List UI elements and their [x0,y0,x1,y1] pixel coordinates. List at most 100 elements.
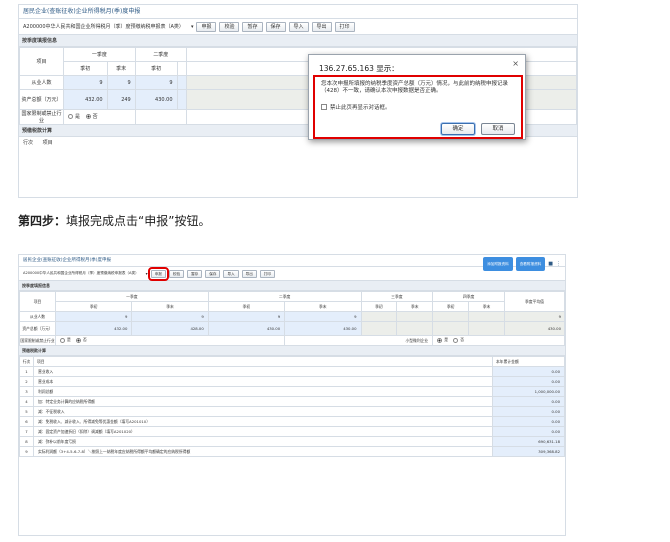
validate-button[interactable]: 校验 [219,21,240,32]
import-button[interactable]: 导入 [223,269,239,278]
small-enterprise-label: 小型微利企业 [284,335,434,346]
ok-button[interactable]: 确定 [441,123,475,135]
amount-cell[interactable]: 0.00 [492,366,565,377]
value-cell[interactable]: 430.00 [207,321,286,336]
table-row: 1 营业收入 0.00 [19,366,565,377]
declare-button[interactable]: 申报 [147,266,169,281]
sub-end: 季末 [131,301,209,312]
close-icon[interactable]: × [512,59,519,68]
radio-no[interactable]: 否 [76,337,87,343]
export-button[interactable]: 导出 [241,269,257,278]
value-cell[interactable]: 249 [106,89,136,110]
print-button[interactable]: 打印 [259,269,275,278]
temp-save-button[interactable]: 暂存 [187,269,203,278]
amount-cell[interactable]: 0.00 [492,406,565,417]
bottom-screenshot: 居民企业(查账征收)企业所得税月(季)度申报 添加附报资料 查看附报资料 ■ ⋮… [18,254,566,536]
form-select[interactable]: A200000中华人民共和国企业所得税月（季）度预缴纳税申报表（A类） [23,271,143,276]
step-label: 第四步： [18,214,67,228]
value-cell[interactable]: 9 [207,311,286,322]
table-row: 6 减：免税收入、减计收入、所得减免等优惠金额（填写A201010） 0.00 [19,416,565,427]
print-icon[interactable]: ■ [548,258,553,270]
row-label: 资产总额（万元） [19,321,56,336]
cancel-button[interactable]: 取消 [481,123,515,135]
radio-no[interactable]: 否 [85,113,98,120]
save-button[interactable]: 保存 [205,269,221,278]
amount-cell[interactable]: 309,368.82 [492,446,565,457]
confirm-dialog: 136.27.65.163 显示： × 您本次申报所填报的纳税季度资产总额（万元… [308,54,526,140]
amount-cell[interactable]: 0.00 [492,416,565,427]
col-cum-amount: 本年累计金额 [492,356,565,367]
table-row: 2 营业成本 0.00 [19,376,565,387]
row-number: 2 [19,376,34,387]
sub-start: 季初 [207,301,286,312]
table-row: 3 利润总额 1,000,000.00 [19,386,565,397]
sub-start: 季初 [432,301,470,312]
col-row-no: 行次 [19,356,34,367]
radio-yes[interactable]: 是 [68,113,80,120]
sub-end: 季末 [396,301,434,312]
row-number: 5 [19,406,34,417]
q3-header: 三季度 [360,291,434,302]
row-number: 4 [19,396,34,407]
calc-table: 行次 项目 本年累计金额 1 营业收入 0.00 2 营业成本 0.00 3 利润总额 1,00… [19,356,565,457]
sub-start: 季初 [134,61,178,76]
more-icon[interactable]: ⋮ [556,258,561,270]
value-cell[interactable]: 430.00 [134,89,178,110]
checkbox-label: 禁止此页再显示对话框。 [330,105,391,111]
amount-cell[interactable]: 0.00 [492,426,565,437]
dialog-message: 您本次申报所填报的纳税季度资产总额（万元）情况，与此前的纳税申报记录（428）不… [321,81,509,94]
value-cell[interactable]: 9 [134,75,178,90]
value-cell[interactable]: 9 [63,75,108,90]
row-label: 从业人数 [19,311,56,322]
sub-end: 季末 [106,61,136,76]
row-item: 利润总额 [33,386,493,397]
row-number: 8 [19,436,34,447]
row-label: 从业人数 [19,75,64,90]
row-item: 营业成本 [33,376,493,387]
table-row: 资产总额（万元） 432.00 428.00 430.00 430.00 430… [19,321,565,336]
save-button[interactable]: 保存 [265,21,286,32]
value-cell[interactable]: 428.00 [131,321,209,336]
row-item: 减：免税收入、减计收入、所得减免等优惠金额（填写A201010） [33,416,493,427]
import-button[interactable]: 导入 [288,21,309,32]
col-row-item: 项目 [33,356,493,367]
value-cell[interactable]: 9 [106,75,136,90]
form-select[interactable]: A200000中华人民共和国企业所得税月（季）度预缴纳税申报表（A类） [23,23,188,30]
row-item: 加：特定业务计算的应纳税所得额 [33,396,493,407]
q2-header: 二季度 [134,47,187,62]
print-button[interactable]: 打印 [334,21,355,32]
value-cell[interactable]: 432.00 [63,89,108,110]
amount-cell[interactable]: 0.00 [492,396,565,407]
temp-save-button[interactable]: 暂存 [242,21,263,32]
avg-cell: 9 [504,311,565,322]
amount-cell[interactable]: 0.00 [492,376,565,387]
radio-no[interactable]: 否 [453,337,464,343]
value-cell[interactable]: 432.00 [54,321,133,336]
radio-yes[interactable]: 是 [437,337,448,343]
row-item: 实际利润额（3+4-5-6-7-8）＼按照上一纳税年度应纳税所得额平均额确定的应… [33,446,493,457]
add-attachment-button[interactable]: 添加附报资料 [483,257,513,271]
amount-cell[interactable]: 1,000,000.00 [492,386,565,397]
q2-header: 二季度 [207,291,362,302]
suppress-checkbox[interactable] [321,104,327,110]
quarter-table: 项目 一季度 二季度 三季度 四季度 季度平均值 季初 季末 季初 季末 季初 季末 … [19,291,565,346]
view-attachment-button[interactable]: 查看附报资料 [515,257,546,271]
q1-header: 一季度 [55,291,209,302]
row-number: 1 [19,366,34,377]
value-cell[interactable]: 430.00 [284,321,362,336]
row-label: 资产总额（万元） [19,89,64,110]
declare-button[interactable]: 申报 [196,21,217,32]
export-button[interactable]: 导出 [311,21,332,32]
validate-button[interactable]: 校验 [168,269,185,278]
sub-start: 季初 [63,61,108,76]
radio-yes[interactable]: 是 [60,337,71,343]
sub-start: 季初 [360,301,398,312]
q1-header: 一季度 [63,47,136,62]
chevron-down-icon[interactable]: ▾ [146,271,148,276]
row-number: 3 [19,386,34,397]
chevron-down-icon[interactable]: ▾ [191,24,194,30]
value-cell[interactable]: 9 [284,311,362,322]
amount-cell[interactable]: 690,631.18 [492,436,565,447]
value-cell[interactable]: 9 [131,311,209,322]
value-cell[interactable]: 9 [54,311,133,322]
